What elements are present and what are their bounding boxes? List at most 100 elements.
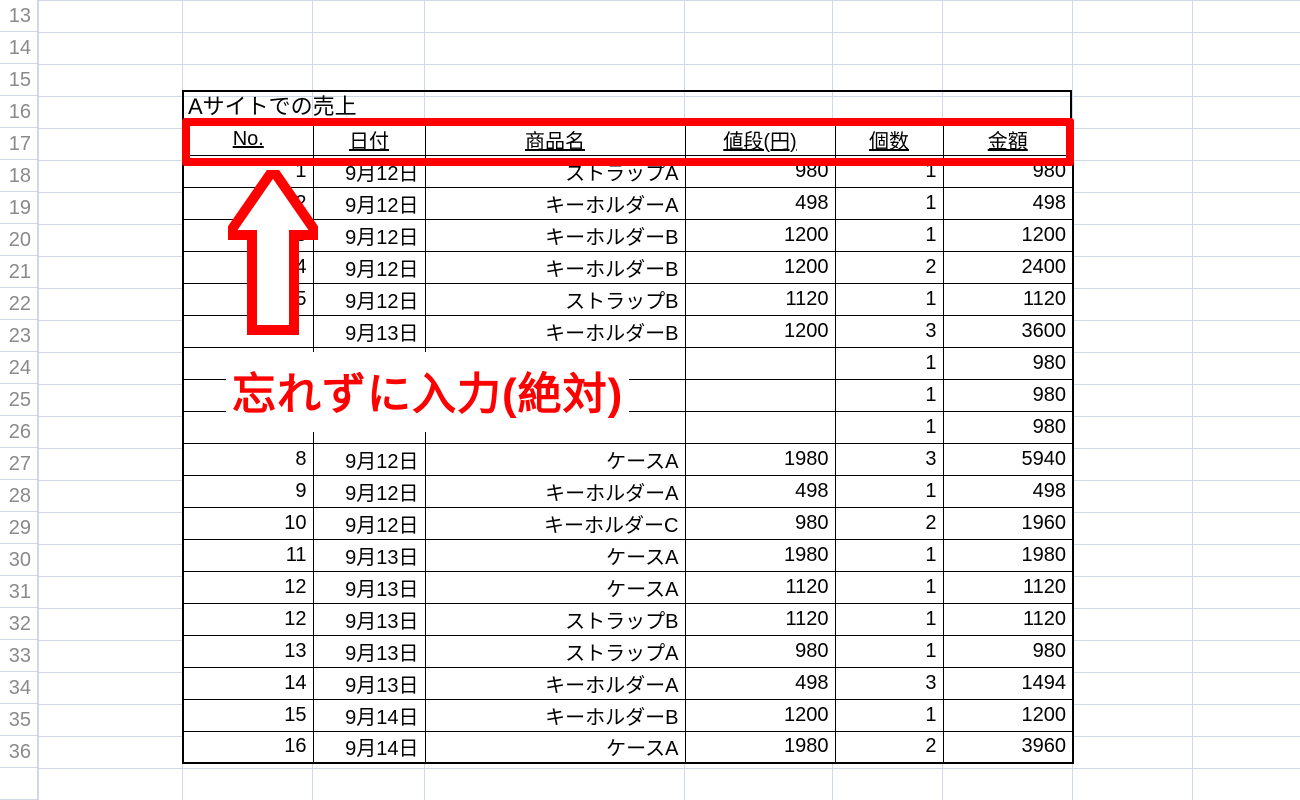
cell-name[interactable]: ストラップA [425,155,685,187]
cell-date[interactable]: 9月13日 [313,571,425,603]
cell-date[interactable]: 9月12日 [313,187,425,219]
cell-date[interactable]: 9月12日 [313,443,425,475]
table-row[interactable]: 159月14日キーホルダーB120011200 [183,699,1073,731]
cell-price[interactable]: 1200 [685,315,835,347]
cell-qty[interactable]: 1 [835,379,943,411]
row-number[interactable]: 25 [0,384,38,416]
cell-qty[interactable]: 1 [835,475,943,507]
cell-name[interactable] [425,411,685,443]
cell-no[interactable] [183,379,313,411]
cell-date[interactable]: 9月13日 [313,635,425,667]
row-number[interactable]: 24 [0,352,38,384]
cell-amount[interactable]: 1200 [943,219,1073,251]
cell-name[interactable]: キーホルダーA [425,475,685,507]
table-row[interactable]: 99月12日キーホルダーA4981498 [183,475,1073,507]
cell-price[interactable]: 980 [685,155,835,187]
col-amount[interactable]: 金額 [943,123,1073,155]
row-number[interactable]: 32 [0,608,38,640]
cell-qty[interactable]: 1 [835,187,943,219]
cell-name[interactable]: ケースA [425,443,685,475]
cell-price[interactable]: 498 [685,187,835,219]
cell-name[interactable]: ストラップA [425,635,685,667]
cell-amount[interactable]: 1120 [943,603,1073,635]
cell-qty[interactable]: 1 [835,699,943,731]
cell-price[interactable]: 1200 [685,251,835,283]
cell-price[interactable]: 980 [685,507,835,539]
col-price[interactable]: 値段(円) [685,123,835,155]
cell-price[interactable]: 1200 [685,219,835,251]
cell-qty[interactable]: 1 [835,283,943,315]
cell-amount[interactable]: 498 [943,475,1073,507]
cell-price[interactable] [685,347,835,379]
header-row[interactable]: No. 日付 商品名 値段(円) 個数 金額 [183,123,1073,155]
cell-no[interactable]: 4 [183,251,313,283]
cell-name[interactable]: キーホルダーB [425,699,685,731]
cell-date[interactable]: 9月12日 [313,155,425,187]
row-number[interactable]: 22 [0,288,38,320]
cell-qty[interactable]: 1 [835,411,943,443]
cell-amount[interactable]: 3960 [943,731,1073,763]
table-row[interactable]: 109月12日キーホルダーC98021960 [183,507,1073,539]
cell-date[interactable] [313,411,425,443]
cell-date[interactable]: 9月12日 [313,475,425,507]
cell-date[interactable]: 9月13日 [313,539,425,571]
row-number[interactable]: 23 [0,320,38,352]
cell-qty[interactable]: 2 [835,507,943,539]
col-qty[interactable]: 個数 [835,123,943,155]
cell-price[interactable] [685,411,835,443]
cell-name[interactable]: ケースA [425,731,685,763]
cell-no[interactable]: 3 [183,219,313,251]
row-number[interactable]: 21 [0,256,38,288]
table-row[interactable]: 139月13日ストラップA9801980 [183,635,1073,667]
cell-date[interactable]: 9月13日 [313,603,425,635]
row-number[interactable]: 15 [0,64,38,96]
row-number[interactable]: 27 [0,448,38,480]
table-row[interactable]: 9月13日キーホルダーB120033600 [183,315,1073,347]
cell-amount[interactable]: 980 [943,347,1073,379]
cell-amount[interactable]: 1980 [943,539,1073,571]
cell-no[interactable]: 10 [183,507,313,539]
table-row[interactable]: 119月13日ケースA198011980 [183,539,1073,571]
row-number[interactable]: 29 [0,512,38,544]
table-row[interactable]: 149月13日キーホルダーA49831494 [183,667,1073,699]
cell-name[interactable]: ケースA [425,539,685,571]
row-number[interactable]: 30 [0,544,38,576]
table-row[interactable]: 39月12日キーホルダーB120011200 [183,219,1073,251]
cell-amount[interactable]: 980 [943,155,1073,187]
cell-amount[interactable]: 3600 [943,315,1073,347]
cell-amount[interactable]: 1494 [943,667,1073,699]
row-number[interactable]: 14 [0,32,38,64]
cell-no[interactable]: 14 [183,667,313,699]
cell-qty[interactable]: 1 [835,155,943,187]
cell-name[interactable]: キーホルダーC [425,507,685,539]
cell-amount[interactable]: 2400 [943,251,1073,283]
cell-name[interactable]: キーホルダーB [425,315,685,347]
col-no[interactable]: No. [183,123,313,155]
cell-date[interactable]: 9月12日 [313,251,425,283]
cell-name[interactable]: キーホルダーA [425,667,685,699]
row-number[interactable]: 33 [0,640,38,672]
cell-price[interactable]: 1120 [685,571,835,603]
cell-date[interactable]: 9月14日 [313,731,425,763]
cell-name[interactable] [425,347,685,379]
cell-price[interactable] [685,379,835,411]
cell-amount[interactable]: 1960 [943,507,1073,539]
table-row[interactable]: 89月12日ケースA198035940 [183,443,1073,475]
cell-amount[interactable]: 1120 [943,571,1073,603]
table-title[interactable]: Aサイトでの売上 [182,90,1072,122]
table-row[interactable]: 129月13日ストラップB112011120 [183,603,1073,635]
table-row[interactable]: 19月12日ストラップA9801980 [183,155,1073,187]
cell-date[interactable]: 9月12日 [313,283,425,315]
row-number[interactable]: 31 [0,576,38,608]
row-number[interactable]: 35 [0,704,38,736]
cell-no[interactable]: 1 [183,155,313,187]
cell-qty[interactable]: 1 [835,219,943,251]
cell-date[interactable] [313,347,425,379]
cell-name[interactable]: ケースA [425,571,685,603]
col-date[interactable]: 日付 [313,123,425,155]
cell-qty[interactable]: 3 [835,667,943,699]
cell-name[interactable]: ストラップB [425,603,685,635]
table-row[interactable]: 1980 [183,411,1073,443]
col-name[interactable]: 商品名 [425,123,685,155]
cell-no[interactable]: 9 [183,475,313,507]
